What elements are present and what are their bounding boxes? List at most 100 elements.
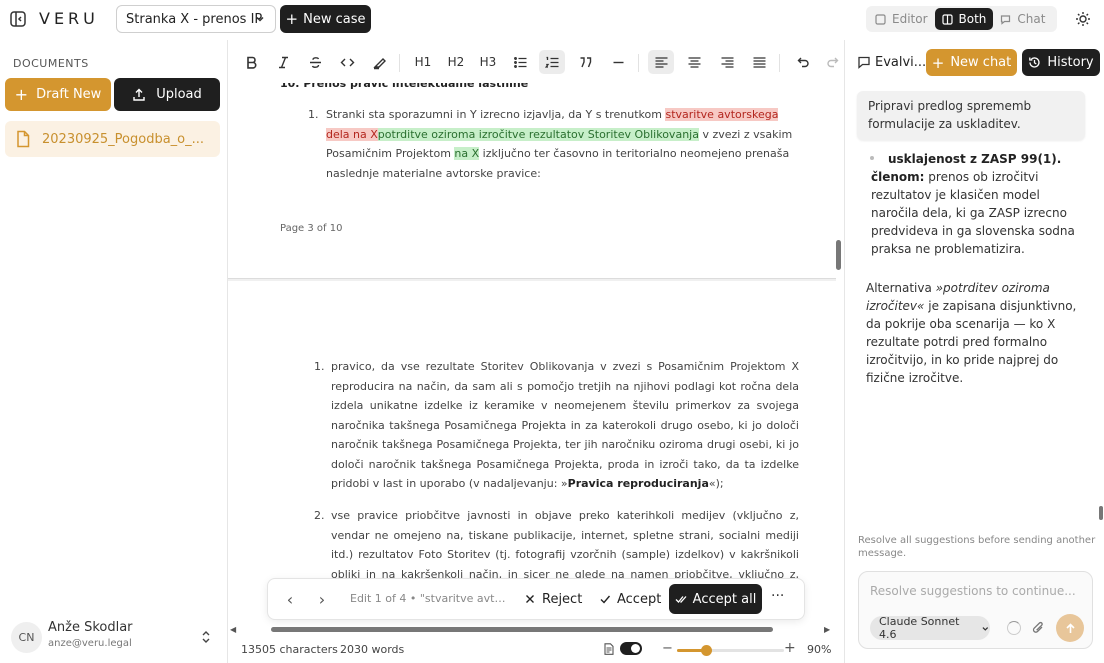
code-button[interactable] xyxy=(334,50,360,74)
reject-button[interactable]: Reject xyxy=(524,589,582,609)
case-name: Stranka X - prenos IP xyxy=(126,11,263,27)
italic-button[interactable] xyxy=(270,50,296,74)
new-chat-button[interactable]: + New chat xyxy=(926,49,1017,76)
horizontal-scrollbar[interactable]: ◀ ▶ xyxy=(228,623,834,635)
view-both-tab[interactable]: Both xyxy=(934,8,994,30)
reject-label: Reject xyxy=(542,591,583,607)
scroll-right-arrow[interactable]: ▶ xyxy=(824,625,830,634)
heading1-button[interactable]: H1 xyxy=(410,50,436,74)
chat-panel: Evalvi... + New chat History Pripravi pr… xyxy=(844,40,1104,663)
chevron-down-icon xyxy=(256,16,264,22)
word-count: 2030 words xyxy=(340,643,405,656)
inserted-suggestion[interactable]: potrditve oziroma izročitve rezultatov S… xyxy=(377,127,699,141)
justify-button[interactable] xyxy=(746,50,772,74)
align-right-icon xyxy=(721,56,733,68)
upload-icon xyxy=(133,88,145,101)
character-count: 13505 characters xyxy=(241,643,338,656)
page-icon xyxy=(604,642,614,655)
list-number: 1. xyxy=(314,360,325,373)
case-select[interactable]: Stranka X - prenos IP xyxy=(116,5,276,33)
draft-new-button[interactable]: + Draft New xyxy=(5,78,111,111)
accept-button[interactable]: Accept xyxy=(599,589,661,609)
text-run: Stranki sta sporazumni in Y izrecno izja… xyxy=(326,108,666,121)
accept-all-button[interactable]: Accept all xyxy=(669,584,762,614)
heading2-button[interactable]: H2 xyxy=(443,50,469,74)
horizontal-scrollbar-thumb[interactable] xyxy=(271,627,773,632)
document-canvas[interactable]: 10. Prenos pravic intelektualne lastnine… xyxy=(228,83,836,623)
list-item: 1. pravico, da vse rezultate Storitev Ob… xyxy=(314,357,799,494)
arrow-up-icon xyxy=(1065,622,1075,633)
view-mode-toggle: Editor Both Chat xyxy=(866,6,1057,32)
zoom-in-button[interactable]: + xyxy=(784,640,796,656)
sidebar-toggle-icon[interactable] xyxy=(9,10,27,28)
paragraph-1: 1. Stranki sta sporazumni in Y izrecno i… xyxy=(308,105,798,183)
next-edit-button[interactable]: › xyxy=(313,590,331,609)
chat-scrollbar-thumb[interactable] xyxy=(1099,506,1103,520)
new-case-button[interactable]: + New case xyxy=(280,5,371,33)
zoom-slider-handle[interactable] xyxy=(700,645,712,656)
vertical-scrollbar-thumb[interactable] xyxy=(836,240,841,270)
send-button[interactable] xyxy=(1056,614,1084,642)
align-left-button[interactable] xyxy=(648,50,674,74)
ordered-list-button[interactable] xyxy=(539,50,565,74)
view-chat-tab[interactable]: Chat xyxy=(993,8,1052,30)
loading-spinner-icon xyxy=(1007,621,1021,635)
model-select[interactable]: Claude Sonnet 4.6 xyxy=(870,615,990,641)
user-message: Pripravi predlog sprememb formulacije za… xyxy=(857,91,1085,140)
paragraph-text: Stranki sta sporazumni in Y izrecno izja… xyxy=(326,105,798,183)
section-title: 10. Prenos pravic intelektualne lastnine xyxy=(280,83,529,90)
bullet-list-button[interactable] xyxy=(507,50,533,74)
avatar: CN xyxy=(11,622,42,653)
bold-button[interactable] xyxy=(238,50,264,74)
toolbar-divider xyxy=(638,54,639,72)
align-right-button[interactable] xyxy=(714,50,740,74)
chat-input[interactable]: Resolve suggestions to continue... xyxy=(870,584,1076,598)
strikethrough-icon xyxy=(309,56,321,68)
plus-icon: + xyxy=(285,10,299,28)
bullet-bold: členom: xyxy=(871,170,925,184)
horizontal-rule-button[interactable] xyxy=(605,50,631,74)
chevron-down-icon xyxy=(982,626,989,631)
edit-counter: Edit 1 of 4 • "stvaritve avtorske... xyxy=(350,592,510,605)
highlighter-icon xyxy=(372,57,386,69)
more-options-button[interactable]: ··· xyxy=(771,588,784,604)
heading3-button[interactable]: H3 xyxy=(475,50,501,74)
chevron-up-down-icon[interactable] xyxy=(201,630,211,644)
draft-new-label: Draft New xyxy=(36,87,102,102)
toggle-switch[interactable] xyxy=(620,642,642,655)
chat-icon xyxy=(858,56,870,69)
view-editor-tab[interactable]: Editor xyxy=(868,8,935,30)
upload-button[interactable]: Upload xyxy=(114,78,220,111)
close-icon xyxy=(526,595,534,603)
zoom-slider[interactable] xyxy=(677,645,784,656)
zoom-out-button[interactable]: − xyxy=(662,641,673,656)
redo-button[interactable] xyxy=(820,50,846,74)
attachment-icon[interactable] xyxy=(1031,620,1046,636)
scroll-left-arrow[interactable]: ◀ xyxy=(230,625,236,634)
sun-icon[interactable] xyxy=(1075,11,1091,27)
previous-edit-button[interactable]: ‹ xyxy=(281,590,299,609)
inserted-suggestion[interactable]: na X xyxy=(454,147,480,160)
status-bar: 13505 characters 2030 words − + 90% xyxy=(228,637,844,663)
history-button[interactable]: History xyxy=(1022,49,1100,76)
h2-label: H2 xyxy=(447,55,465,69)
page-view-toggle[interactable] xyxy=(604,642,642,655)
double-check-icon xyxy=(675,596,687,603)
strikethrough-button[interactable] xyxy=(302,50,328,74)
chat-tab-label: Evalvi... xyxy=(875,54,927,70)
user-email: anze@veru.legal xyxy=(48,638,132,649)
user-menu[interactable]: CN Anže Skodlar anze@veru.legal xyxy=(0,610,228,660)
chat-tab[interactable]: Evalvi... xyxy=(857,50,926,74)
undo-button[interactable] xyxy=(789,50,815,74)
documents-section-label: DOCUMENTS xyxy=(13,57,89,70)
brand-logo: VERU xyxy=(39,9,99,28)
chat-icon xyxy=(1001,14,1011,25)
document-item[interactable]: 20230925_Pogodba_o_... xyxy=(5,121,220,157)
highlight-button[interactable] xyxy=(366,50,392,74)
align-center-button[interactable] xyxy=(681,50,707,74)
history-label: History xyxy=(1047,55,1094,70)
horizontal-rule-icon xyxy=(613,61,623,63)
top-bar: VERU Stranka X - prenos IP + New case Ed… xyxy=(0,0,1104,40)
blockquote-button[interactable] xyxy=(572,50,598,74)
align-center-icon xyxy=(688,56,700,68)
